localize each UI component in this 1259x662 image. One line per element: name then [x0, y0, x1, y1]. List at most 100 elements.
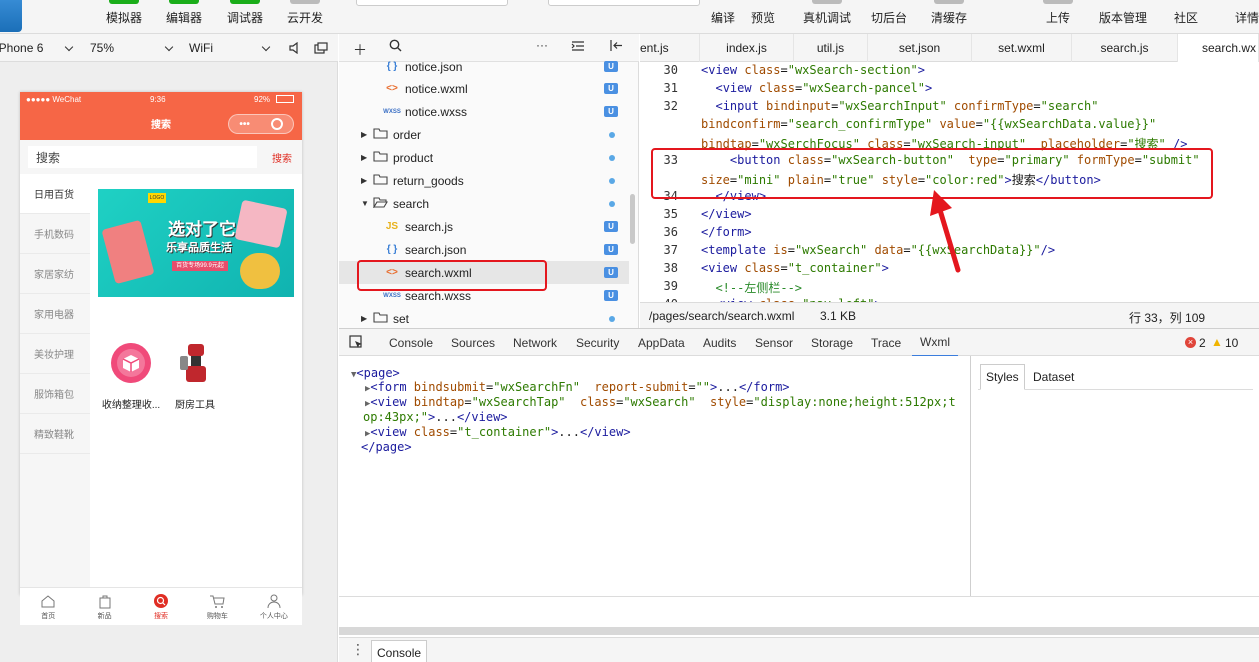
error-count[interactable]: 2: [1199, 336, 1206, 350]
file-item[interactable]: JS search.js: [339, 215, 629, 238]
cloud-button[interactable]: 云开发: [285, 0, 325, 34]
folder-item[interactable]: ▶ product: [339, 146, 629, 169]
mode-select[interactable]: [356, 0, 508, 6]
file-item[interactable]: WXSS notice.wxss: [339, 100, 629, 123]
close-circle-icon[interactable]: [270, 118, 283, 130]
horizontal-scrollbar[interactable]: [339, 627, 1259, 635]
tab-console[interactable]: Console: [389, 329, 433, 357]
collapse-icon[interactable]: [571, 39, 585, 55]
toggle-panel-icon[interactable]: [609, 39, 623, 55]
tab-dataset[interactable]: Dataset: [1028, 364, 1079, 390]
tab-set-wxml[interactable]: set.wxml: [972, 34, 1072, 62]
tab-wxml[interactable]: Wxml: [912, 329, 958, 357]
cart-icon: [210, 595, 226, 608]
battery-icon: [276, 95, 294, 103]
tab-cart[interactable]: 购物车: [189, 588, 245, 625]
search-icon[interactable]: [389, 39, 402, 55]
tab-set-json[interactable]: set.json: [868, 34, 972, 62]
folder-item[interactable]: ▶ order: [339, 123, 629, 146]
category-item[interactable]: 日用百货: [20, 174, 90, 214]
folder-item[interactable]: ▼ search: [339, 192, 629, 215]
debugger-button[interactable]: 调试器: [225, 0, 265, 34]
code-line: </form>: [701, 225, 752, 239]
wxml-node-view-search[interactable]: ▶<view bindtap="wxSearchTap" class="wxSe…: [365, 395, 956, 409]
device-select[interactable]: iPhone 6: [0, 34, 76, 62]
banner-tag: 百货专场99.9元起: [172, 261, 228, 271]
capsule-menu[interactable]: •••: [228, 114, 294, 134]
console-drawer-bar: ⋮ Console: [339, 637, 1259, 662]
file-item-selected[interactable]: <> search.wxml: [339, 261, 629, 284]
preview-button[interactable]: 预览: [746, 0, 780, 34]
tab-search-wxml[interactable]: search.wx: [1178, 34, 1259, 62]
search-input[interactable]: 搜索: [28, 146, 257, 168]
tab-ent-js[interactable]: ent.js: [640, 34, 700, 62]
volume-icon[interactable]: [289, 34, 303, 62]
simulator-button[interactable]: 模拟器: [104, 0, 144, 34]
version-button[interactable]: 版本管理: [1096, 0, 1150, 34]
tree-scrollbar[interactable]: [630, 194, 635, 244]
tab-index-js[interactable]: index.js: [700, 34, 794, 62]
details-button[interactable]: 详情: [1232, 0, 1259, 34]
editor-button[interactable]: 编辑器: [164, 0, 204, 34]
category-item[interactable]: 手机数码: [20, 214, 90, 254]
tab-util-js[interactable]: util.js: [794, 34, 868, 62]
wxss-file-icon: WXSS: [383, 292, 401, 299]
network-select[interactable]: WiFi: [189, 34, 271, 62]
tab-audits[interactable]: Audits: [703, 329, 736, 357]
file-item[interactable]: { } notice.json: [339, 55, 629, 78]
wxml-node-page[interactable]: ▼<page>: [351, 366, 400, 380]
file-item[interactable]: WXSS search.wxss: [339, 284, 629, 307]
tab-sources[interactable]: Sources: [451, 329, 495, 357]
product-item[interactable]: 厨房工具: [160, 342, 230, 411]
wxml-node-view-container[interactable]: ▶<view class="t_container">...</view>: [365, 425, 631, 439]
tab-storage[interactable]: Storage: [811, 329, 853, 357]
wxml-node-form[interactable]: ▶<form bindsubmit="wxSearchFn" report-su…: [365, 380, 790, 394]
tab-styles[interactable]: Styles: [980, 364, 1025, 390]
tab-network[interactable]: Network: [513, 329, 557, 357]
status-badge: U: [604, 61, 618, 72]
caret-down-icon: ▼: [361, 199, 369, 208]
tab-profile[interactable]: 个人中心: [246, 588, 302, 625]
folder-item[interactable]: ▶ return_goods: [339, 169, 629, 192]
tab-new[interactable]: 新品: [76, 588, 132, 625]
code-editor: ent.js index.js util.js set.json set.wxm…: [640, 34, 1259, 328]
json-file-icon: { }: [386, 244, 398, 255]
remote-debug-button[interactable]: 真机调试: [800, 0, 854, 34]
inspect-icon[interactable]: [349, 335, 364, 353]
background-button[interactable]: 切后台: [867, 0, 911, 34]
tab-home[interactable]: 首页: [20, 588, 76, 625]
zoom-select[interactable]: 75%: [90, 34, 174, 62]
tab-search[interactable]: 搜索: [133, 588, 189, 625]
more-icon[interactable]: •••: [239, 119, 250, 130]
product-item[interactable]: 收纳整理收...: [96, 342, 166, 411]
warning-count[interactable]: 10: [1225, 336, 1238, 350]
simulator-bar: iPhone 6 75% WiFi: [0, 34, 338, 62]
category-item[interactable]: 美妆护理: [20, 334, 90, 374]
community-button[interactable]: 社区: [1171, 0, 1201, 34]
top-toolbar: 模拟器 编辑器 调试器 云开发 编译 预览 真机调试 切后台 清缓存 上传 版本…: [0, 0, 1259, 34]
file-item[interactable]: <> notice.wxml: [339, 77, 629, 100]
tab-security[interactable]: Security: [576, 329, 619, 357]
ide-window: 模拟器 编辑器 调试器 云开发 编译 预览 真机调试 切后台 清缓存 上传 版本…: [0, 0, 1259, 662]
promo-banner[interactable]: LOGO 选对了它 乐享品质生活 百货专场99.9元起: [98, 189, 294, 297]
compile-mode-select[interactable]: [548, 0, 700, 6]
tab-sensor[interactable]: Sensor: [755, 329, 793, 357]
category-item[interactable]: 精致鞋靴: [20, 414, 90, 454]
search-button[interactable]: 搜索: [272, 146, 292, 168]
tab-search-js[interactable]: search.js: [1072, 34, 1178, 62]
tab-trace[interactable]: Trace: [871, 329, 901, 357]
upload-button[interactable]: 上传: [1043, 0, 1073, 34]
drawer-menu-icon[interactable]: ⋮: [351, 641, 365, 658]
status-badge: U: [604, 267, 618, 278]
clear-cache-button[interactable]: 清缓存: [927, 0, 971, 34]
category-item[interactable]: 服饰箱包: [20, 374, 90, 414]
category-item[interactable]: 家用电器: [20, 294, 90, 334]
folder-item[interactable]: ▶ set: [339, 307, 629, 330]
category-item[interactable]: 家居家纺: [20, 254, 90, 294]
tab-appdata[interactable]: AppData: [638, 329, 685, 357]
compile-button[interactable]: 编译: [706, 0, 740, 34]
more-icon[interactable]: ···: [536, 38, 548, 52]
detach-window-icon[interactable]: [314, 34, 330, 62]
console-drawer-tab[interactable]: Console: [371, 640, 428, 662]
file-item[interactable]: { } search.json: [339, 238, 629, 261]
